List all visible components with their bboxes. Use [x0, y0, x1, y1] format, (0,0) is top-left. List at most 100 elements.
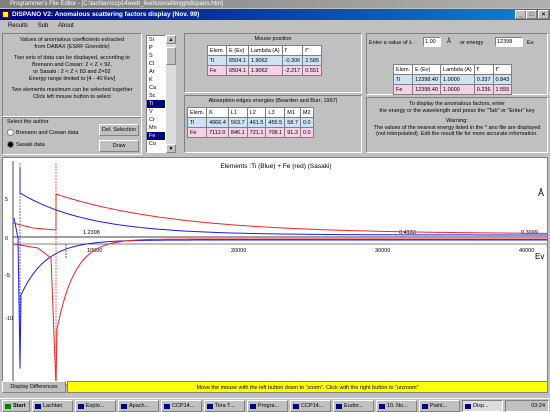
minimize-button[interactable]: _ [515, 10, 526, 19]
table-cell: 1.555 [492, 84, 513, 95]
taskbar-task[interactable]: Progra... [247, 400, 288, 412]
taskbar-task[interactable]: Lachlan [32, 400, 73, 412]
table-cell: 58.7 [284, 117, 301, 128]
table-cell: -2.217 [281, 65, 304, 76]
taskbar-task[interactable]: Eudor... [333, 400, 374, 412]
table-cell: 1.9062 [247, 65, 283, 76]
task-app-icon [379, 404, 385, 409]
scroll-up-icon[interactable]: ▲ [166, 35, 176, 44]
table-cell: 0.337 [473, 74, 494, 85]
table-row: Ti 12398.40 1.0000 0.337 0.843 [392, 74, 513, 85]
scroll-down-icon[interactable]: ▼ [166, 144, 176, 153]
info-line: Two sets of data can be displayed, accor… [14, 55, 130, 61]
clock: 03:24 [531, 403, 545, 409]
status-message: Move the mouse with the left button down… [67, 381, 548, 393]
y-tick-label: -5 [5, 273, 10, 279]
lambda-unit: Å [447, 39, 452, 45]
table-cell: 2.585 [302, 55, 323, 66]
taskbar-task[interactable]: CCP14... [161, 400, 202, 412]
table-cell: 4966.4 [206, 117, 229, 128]
table-cell: Ti [392, 74, 414, 85]
info-line: Two elements maximum can be selected tog… [11, 87, 133, 93]
table-cell: 455.5 [265, 117, 286, 128]
element-list-item[interactable]: Cr [147, 116, 165, 124]
table-header-cell: f'' [492, 64, 513, 75]
anomalous-plot[interactable]: Elements :Ti (Blue) + Fe (red) (Sasaki) … [2, 157, 548, 385]
table-cell: 12398.40 [412, 74, 442, 85]
taskbar-task[interactable]: 10. No... [376, 400, 417, 412]
table-cell: Ti [186, 117, 208, 128]
background-window-title-text: Programmer's File Editor - [C:\lachlan\c… [10, 1, 223, 7]
table-cell: 708.1 [265, 127, 286, 138]
radio-brenann-label: Brenann and Cowan data [16, 129, 79, 136]
draw-button[interactable]: Draw [99, 140, 139, 152]
element-list-item[interactable]: Fe [147, 132, 165, 140]
menu-sub[interactable]: Sub [38, 23, 49, 29]
element-list-item[interactable]: S [147, 52, 165, 60]
element-list-item[interactable]: K [147, 76, 165, 84]
taskbar-task[interactable]: Explo... [75, 400, 116, 412]
element-list-item[interactable]: Cl [147, 60, 165, 68]
table-header-cell: E (Ev) [226, 45, 249, 56]
element-list-item[interactable]: P [147, 44, 165, 52]
task-app-icon [164, 404, 170, 409]
element-list[interactable]: Si P S Cl Ar K Ca Sc Ti V Cr Mn Fe Co [146, 35, 166, 153]
unit-angstrom: Å [538, 188, 544, 198]
app-icon [2, 11, 9, 18]
task-app-icon [336, 404, 342, 409]
element-list-item[interactable]: Mn [147, 124, 165, 132]
info-line: from DABAX (ESRF Grenoble) [34, 44, 110, 50]
author-group-label: Select the author [7, 119, 49, 125]
lambda-input[interactable]: 1.00 [423, 37, 441, 47]
value-input-panel: Enter a value of λ : 1.00 Å or energy 12… [366, 33, 548, 95]
element-list-item[interactable]: V [147, 108, 165, 116]
element-list-item[interactable]: Ca [147, 84, 165, 92]
info-line: Energy range limited to [4 - 40 Kev] [28, 76, 116, 82]
taskbar-task[interactable]: Apach... [118, 400, 159, 412]
instructions-panel: To display the anomalous factors, enter … [366, 97, 548, 153]
task-app-icon [422, 404, 428, 409]
plot-svg[interactable]: Elements :Ti (Blue) + Fe (red) (Sasaki) … [3, 158, 548, 385]
element-list-item[interactable]: Co [147, 140, 165, 148]
taskbar-task[interactable]: Paint... [419, 400, 460, 412]
menu-about[interactable]: About [58, 23, 74, 29]
element-list-item[interactable]: Sc [147, 92, 165, 100]
author-group: Select the author Brenann and Cowan data… [2, 117, 142, 155]
table-cell: 0.0 [299, 117, 314, 128]
element-list-item[interactable]: Ar [147, 68, 165, 76]
absorption-edges-panel: Absorption edges energies (Bearden and B… [184, 95, 362, 153]
plot-title: Elements :Ti (Blue) + Fe (red) (Sasaki) [220, 163, 331, 170]
del-selection-button[interactable]: Del. Selection [99, 124, 139, 136]
table-cell: Ti [206, 55, 228, 66]
mouse-position-label: Mouse position [254, 36, 292, 42]
taskbar: Start Lachlan Explo... Apach... CCP14... Ter… [0, 398, 550, 412]
energy-unit: Ev. [527, 40, 535, 46]
taskbar-task[interactable]: Tera T... [204, 400, 245, 412]
start-button[interactable]: Start [2, 400, 30, 412]
display-differences-button[interactable]: Display Differences [2, 381, 66, 393]
table-header-cell: Lambda (A) [440, 64, 475, 75]
close-button[interactable]: × [538, 10, 549, 19]
element-list-scrollbar[interactable]: ▲ ▼ [166, 35, 176, 153]
ti-f-double-prime-curve [19, 168, 547, 236]
mouse-position-table: Elem. E (Ev) Lambda (A) f' f'' Ti 6504.1 1.9062… [206, 45, 323, 76]
dispano-window: DISPANO V2: Anomalous scattering factors… [0, 9, 550, 398]
table-row: Ti 6504.1 1.9062 -0.306 2.585 [206, 55, 323, 66]
scroll-thumb[interactable] [166, 47, 176, 65]
energy-input[interactable]: 12398 [495, 37, 523, 47]
maximize-button[interactable]: □ [526, 10, 537, 19]
element-list-item[interactable]: Si [147, 36, 165, 44]
element-list-item[interactable]: Ti [147, 100, 165, 108]
menu-results[interactable]: Results [8, 23, 28, 29]
taskbar-task[interactable]: Disp... [462, 400, 503, 412]
title-bar[interactable]: DISPANO V2: Anomalous scattering factors… [0, 9, 550, 20]
taskbar-task[interactable]: CCP14... [290, 400, 331, 412]
task-app-icon [78, 404, 84, 409]
table-cell: -0.306 [281, 55, 304, 66]
table-header-cell: Lambda (A) [247, 45, 283, 56]
instruction-line: (not interpolated). Edit the result file… [376, 131, 538, 137]
table-header-cell: L3 [265, 107, 286, 118]
table-row: Ti 4966.4 563.7 461.5 455.5 58.7 0.0 [186, 117, 314, 128]
radio-brenann[interactable]: Brenann and Cowan data [7, 129, 78, 136]
radio-sasaki[interactable]: Sasaki data [7, 141, 45, 148]
